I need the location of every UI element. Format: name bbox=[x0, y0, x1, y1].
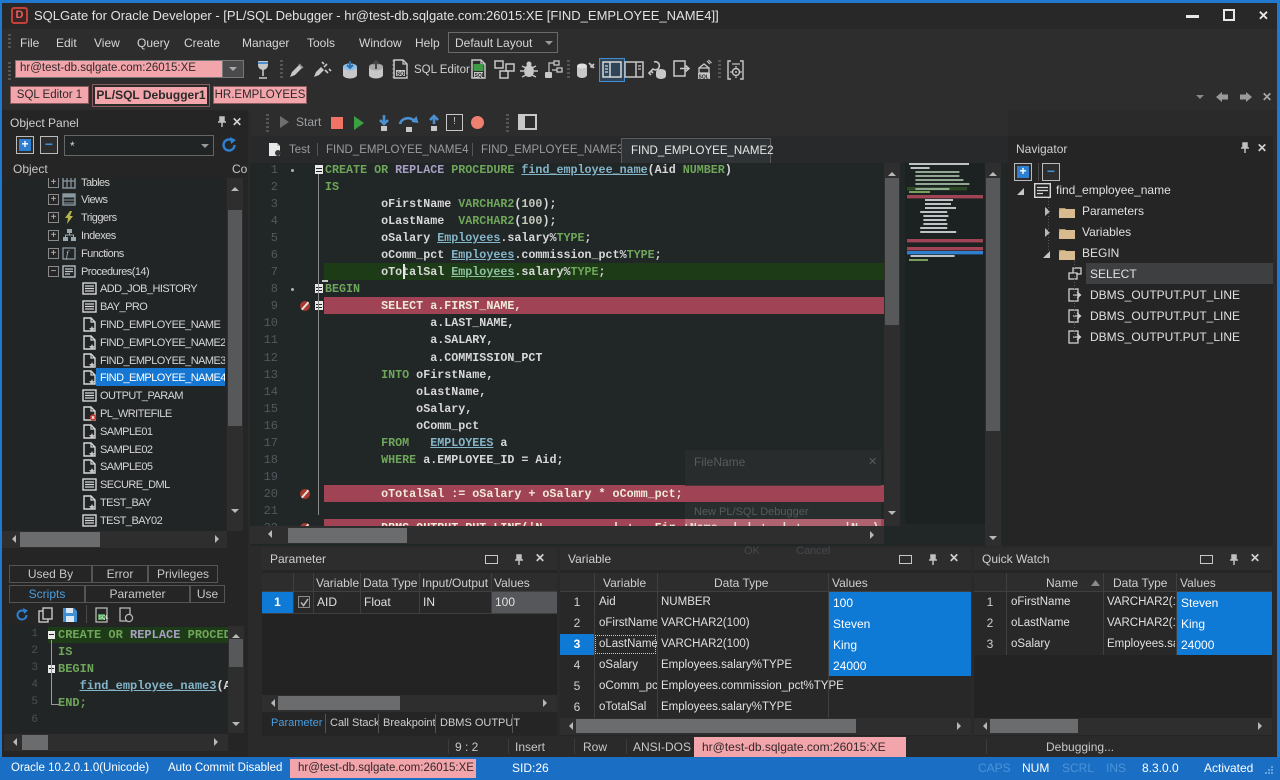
svg-text:SQL: SQL bbox=[397, 72, 409, 78]
svg-text:f: f bbox=[66, 249, 70, 259]
svg-text:SQL: SQL bbox=[475, 73, 485, 79]
svg-text:SQL: SQL bbox=[699, 75, 709, 81]
svg-text:SQL: SQL bbox=[99, 615, 109, 621]
